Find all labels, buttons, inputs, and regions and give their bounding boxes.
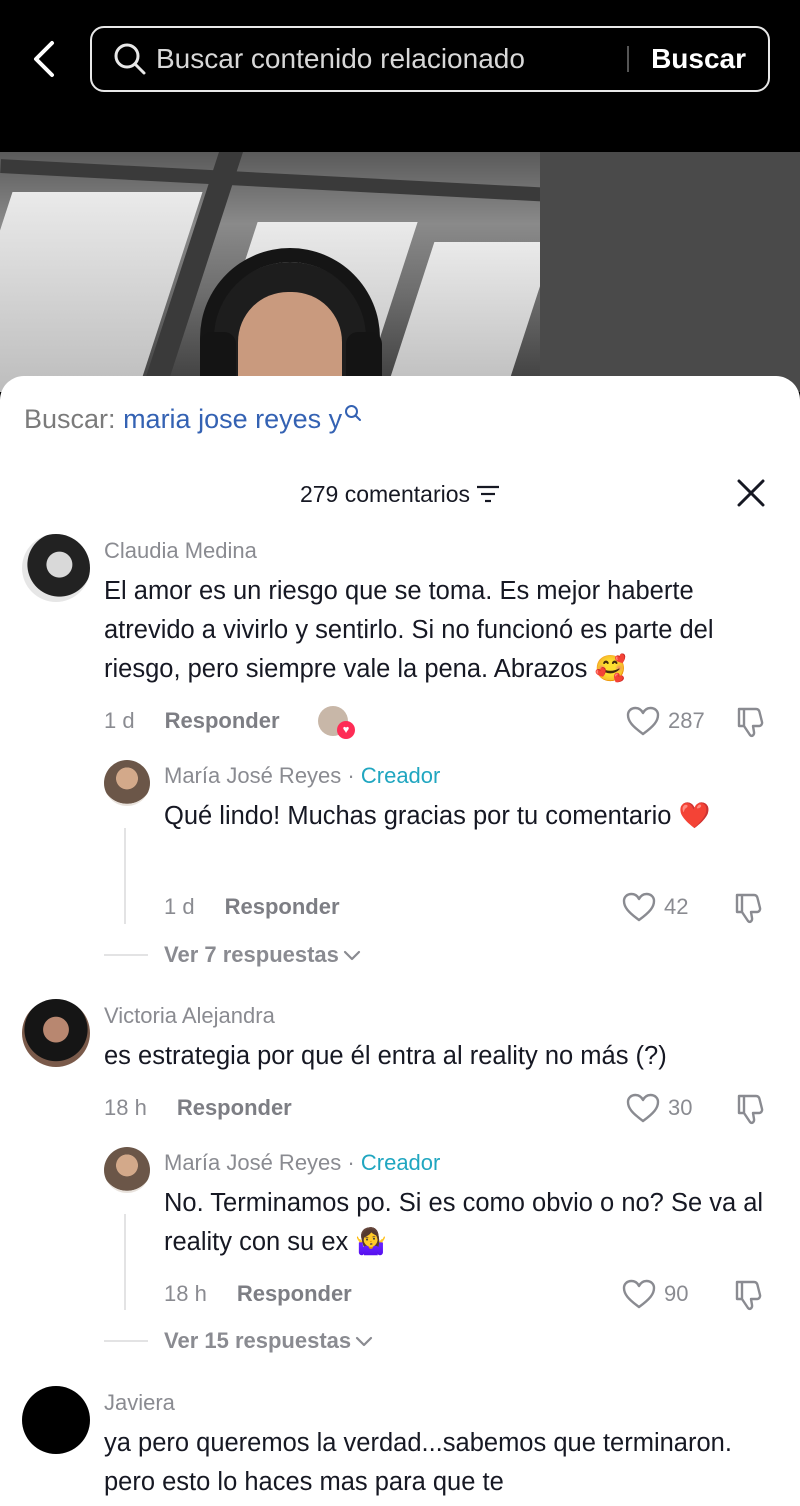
comment-meta: 1 d Responder [104,708,280,734]
dislike-button[interactable] [736,706,770,743]
comment-time: 1 d [104,708,135,733]
comment-text: es estrategia por que él entra al realit… [104,1042,667,1070]
creator-badge: Creador [360,763,441,788]
creator-badge: Creador [360,1150,441,1175]
chevron-left-icon [34,41,54,77]
comment-author[interactable]: Victoria Alejandra [104,1003,275,1029]
video-scene-skylight [385,242,555,392]
thread-line [124,1214,126,1310]
back-button[interactable] [24,36,64,82]
reply-author-line: María José Reyes · Creador [164,763,440,789]
dislike-button[interactable] [734,1279,768,1316]
close-button[interactable] [736,478,766,508]
search-icon [345,405,362,421]
thumbs-down-icon [737,1094,764,1124]
like-button[interactable]: 287 [626,706,705,736]
search-placeholder[interactable]: Buscar contenido relacionado [156,43,627,75]
separator: · [347,763,355,788]
thumbs-down-icon [737,707,764,737]
like-count: 30 [668,1095,693,1120]
view-replies-label: Ver 7 respuestas [164,942,339,967]
like-button[interactable]: 42 [622,892,688,922]
related-search[interactable]: Buscar: maria jose reyes y [24,404,362,435]
reply-button[interactable]: Responder [237,1281,352,1307]
reply-text: No. Terminamos po. Si es como obvio o no… [164,1189,764,1256]
video-scene-beam [540,152,800,392]
reply-meta: 18 h Responder [164,1281,352,1307]
divider [104,954,148,956]
reply-meta: 1 d Responder [164,894,340,920]
divider [104,1340,148,1342]
reply-time: 18 h [164,1281,207,1306]
comment-count: 279 comentarios [299,480,471,507]
reply-button[interactable]: Responder [177,1095,292,1121]
heart-outline-icon [622,892,656,922]
comment-meta: 18 h Responder [104,1095,292,1121]
video-player[interactable] [0,152,800,392]
avatar[interactable] [104,1147,150,1193]
dislike-button[interactable] [736,1093,770,1130]
top-bar: Buscar contenido relacionado Buscar [0,0,800,152]
avatar[interactable] [22,534,90,602]
view-replies-button[interactable]: Ver 7 respuestas [104,942,361,968]
thumbs-down-icon [735,1280,762,1310]
comment-author[interactable]: Javiera [104,1390,175,1416]
reply-author[interactable]: María José Reyes [164,763,341,788]
reply-text: Qué lindo! Muchas gracias por tu comenta… [164,802,711,830]
reply-button[interactable]: Responder [225,894,340,920]
view-replies-button[interactable]: Ver 15 respuestas [104,1328,373,1354]
view-replies-label: Ver 15 respuestas [164,1328,352,1353]
like-count: 287 [668,708,705,733]
search-field[interactable]: Buscar contenido relacionado Buscar [90,26,770,92]
search-divider [627,46,630,72]
reply-author-line: María José Reyes · Creador [164,1150,440,1176]
reply-author[interactable]: María José Reyes [164,1150,341,1175]
like-count: 42 [664,894,689,919]
comments-sheet: Buscar: maria jose reyes y 279 comentari… [0,376,800,1506]
thumbs-down-icon [735,893,762,923]
like-count: 90 [664,1281,689,1306]
comment-time: 18 h [104,1095,147,1120]
avatar[interactable] [22,1386,90,1454]
heart-outline-icon [626,706,660,736]
heart-outline-icon [626,1093,660,1123]
comment-author[interactable]: Claudia Medina [104,538,257,564]
reply-button[interactable]: Responder [165,708,280,734]
reply-time: 1 d [164,894,195,919]
filter-icon[interactable] [476,484,500,504]
chevron-down-icon [355,1335,373,1347]
related-search-prefix: Buscar: [24,404,116,434]
like-button[interactable]: 90 [622,1279,688,1309]
dislike-button[interactable] [734,892,768,929]
avatar[interactable] [22,999,90,1067]
search-button[interactable]: Buscar [651,43,746,75]
avatar[interactable] [104,760,150,806]
search-icon [112,41,148,77]
close-icon [737,479,765,507]
comment-text: ya pero queremos la verdad...sabemos que… [104,1429,732,1496]
comments-header: 279 comentarios [0,476,800,512]
related-search-query[interactable]: maria jose reyes y [123,404,342,434]
heart-outline-icon [622,1279,656,1309]
heart-badge-icon: ♥ [337,721,355,739]
separator: · [347,1150,355,1175]
chevron-down-icon [343,949,361,961]
like-button[interactable]: 30 [626,1093,692,1123]
comment-text: El amor es un riesgo que se toma. Es mej… [104,577,714,683]
thread-line [124,828,126,924]
